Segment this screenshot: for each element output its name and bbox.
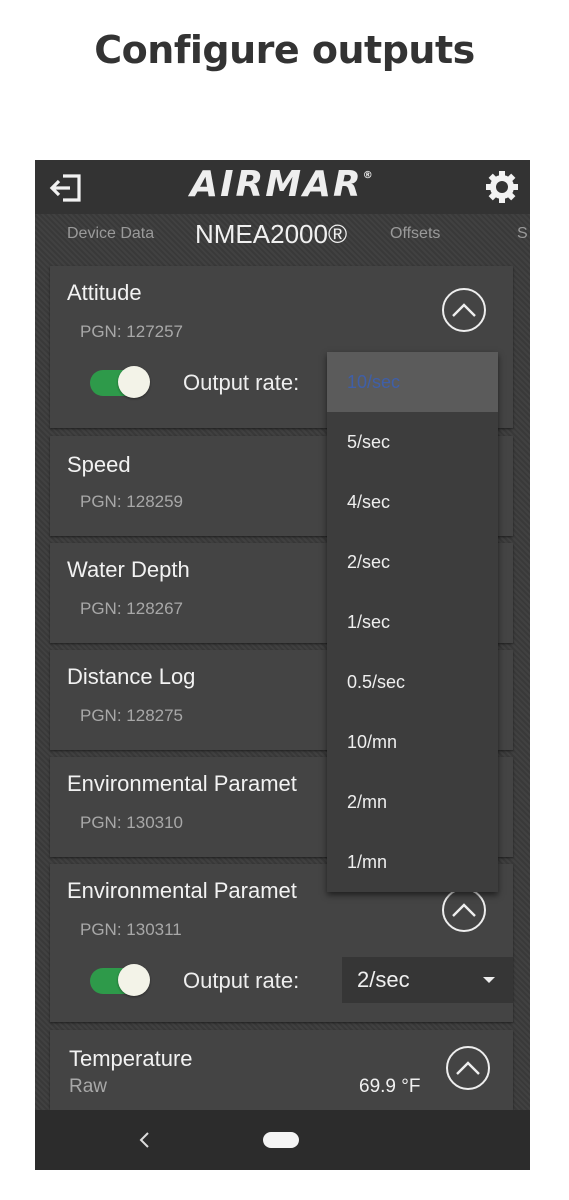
tab-nmea2000[interactable]: NMEA2000®	[195, 216, 347, 252]
collapse-button[interactable]	[442, 288, 486, 332]
attitude-output-toggle[interactable]	[90, 366, 150, 398]
card-pgn: PGN: 128259	[80, 492, 184, 511]
dropdown-option[interactable]: 4/sec	[327, 472, 498, 532]
card-title: Water Depth	[67, 557, 190, 582]
app-header: AIRMAR®	[35, 160, 530, 214]
collapse-button[interactable]	[446, 1046, 490, 1090]
card-title: Attitude	[67, 280, 142, 305]
environmental-output-toggle[interactable]	[90, 964, 150, 996]
output-rate-value: 2/sec	[357, 967, 410, 992]
output-rate-dropdown: 10/sec 5/sec 4/sec 2/sec 1/sec 0.5/sec 1…	[327, 352, 498, 892]
temperature-value: 69.9 °F	[359, 1076, 421, 1097]
card-title: Temperature	[69, 1046, 193, 1071]
card-title: Speed	[67, 452, 131, 477]
card-pgn: PGN: 130310	[80, 813, 184, 832]
card-pgn: PGN: 127257	[80, 322, 184, 341]
card-title: Environmental Paramet	[67, 771, 297, 796]
tab-offsets[interactable]: Offsets	[390, 216, 440, 252]
dropdown-option[interactable]: 10/sec	[327, 352, 498, 412]
card-title: Distance Log	[67, 664, 196, 689]
chevron-up-icon	[452, 903, 476, 917]
dropdown-arrow-icon	[483, 977, 495, 983]
phone-screen: AIRMAR® Device Data NMEA2000® Offsets S …	[35, 160, 530, 1170]
back-chevron-icon[interactable]	[135, 1125, 155, 1155]
card-subtitle: Raw	[69, 1076, 108, 1097]
dropdown-option[interactable]: 0.5/sec	[327, 652, 498, 712]
tab-device-data[interactable]: Device Data	[67, 216, 154, 252]
output-rate-label: Output rate:	[183, 370, 300, 395]
chevron-up-icon	[452, 303, 476, 317]
card-temperature: Temperature Raw 69.9 °F	[50, 1030, 513, 1110]
dropdown-option[interactable]: 1/sec	[327, 592, 498, 652]
collapse-button[interactable]	[442, 888, 486, 932]
dropdown-option[interactable]: 1/mn	[327, 832, 498, 892]
dropdown-option[interactable]: 5/sec	[327, 412, 498, 472]
dropdown-option[interactable]: 2/mn	[327, 772, 498, 832]
card-pgn: PGN: 130311	[80, 920, 182, 939]
page-title: Configure outputs	[94, 28, 475, 72]
tab-s[interactable]: S	[517, 216, 528, 252]
card-pgn: PGN: 128275	[80, 706, 184, 725]
card-pgn: PGN: 128267	[80, 599, 184, 618]
system-nav-bar	[35, 1110, 530, 1170]
card-title: Environmental Paramet	[67, 878, 297, 903]
dropdown-option[interactable]: 10/mn	[327, 712, 498, 772]
output-rate-select[interactable]: 2/sec	[342, 957, 513, 1003]
airmar-logo: AIRMAR®	[190, 164, 375, 205]
gear-icon[interactable]	[483, 168, 521, 206]
output-rate-label: Output rate:	[183, 968, 300, 993]
home-pill-icon[interactable]	[263, 1132, 299, 1148]
dropdown-option[interactable]: 2/sec	[327, 532, 498, 592]
tab-bar: Device Data NMEA2000® Offsets S	[35, 216, 530, 252]
chevron-up-icon	[456, 1061, 480, 1075]
